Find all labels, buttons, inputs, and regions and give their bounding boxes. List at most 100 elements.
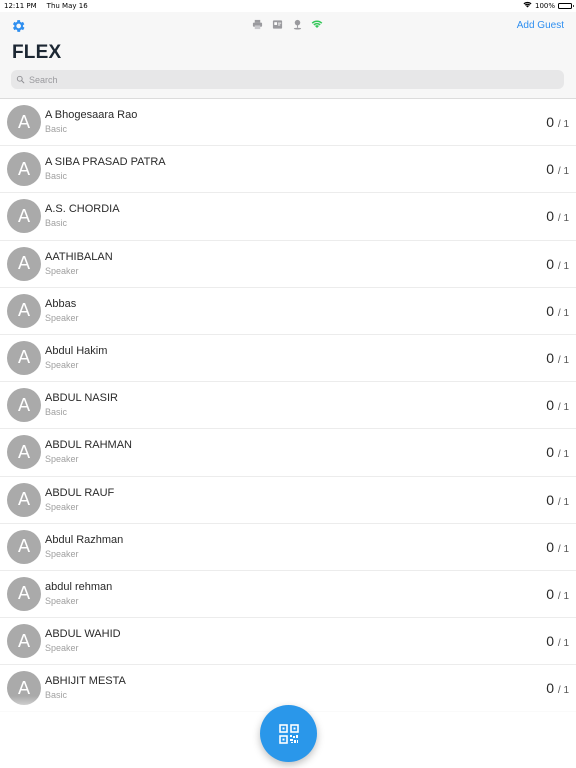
avatar: A [7, 152, 41, 187]
guest-name: ABDUL RAUF [45, 486, 115, 499]
guest-name: A Bhogesaara Rao [45, 109, 138, 121]
guest-name: Abbas [45, 297, 77, 310]
guest-list: A A Bhogesaara Rao Basic 0 / 1 A A SIBA … [0, 99, 576, 768]
guest-row[interactable]: A ABDUL RAUF Speaker 0 / 1 [0, 477, 576, 524]
location-icon[interactable] [291, 18, 303, 30]
guest-type: Basic [45, 171, 68, 182]
badge-icon[interactable] [271, 18, 283, 30]
guest-row[interactable]: A A SIBA PRASAD PATRA Basic 0 / 1 [0, 146, 576, 194]
guest-type: Speaker [45, 548, 79, 559]
total-count: 1 [563, 496, 569, 508]
battery-icon [558, 2, 574, 9]
checked-count: 0 [546, 255, 554, 272]
avatar: A [7, 576, 41, 611]
guest-row[interactable]: A abdul rehman Speaker 0 / 1 [0, 571, 576, 619]
checkin-count: 0 / 1 [546, 538, 569, 555]
checkin-count: 0 / 1 [546, 397, 569, 414]
avatar: A [7, 246, 41, 281]
checked-count: 0 [546, 491, 554, 508]
total-count: 1 [563, 402, 569, 414]
avatar: A [7, 624, 41, 659]
total-count: 1 [563, 307, 569, 319]
page-title: FLEX [12, 42, 62, 63]
total-count: 1 [563, 354, 569, 366]
guest-row[interactable]: A Abdul Razhman Speaker 0 / 1 [0, 524, 576, 571]
total-count: 1 [563, 590, 569, 602]
guest-row[interactable]: A Abdul Hakim Speaker 0 / 1 [0, 335, 576, 383]
checked-count: 0 [546, 680, 554, 697]
avatar: A [7, 671, 41, 706]
guest-type: Speaker [45, 312, 79, 323]
battery-percentage: 100% [534, 1, 555, 10]
qr-code-icon [278, 723, 299, 744]
guest-name: Abdul Razhman [45, 533, 124, 546]
guest-row[interactable]: A ABDUL RAHMAN Speaker 0 / 1 [0, 429, 576, 477]
total-count: 1 [563, 685, 569, 697]
total-count: 1 [563, 260, 569, 272]
total-count: 1 [563, 166, 569, 178]
avatar: A [7, 529, 41, 564]
guest-row[interactable]: A AATHIBALAN Speaker 0 / 1 [0, 241, 576, 288]
total-count: 1 [563, 213, 569, 225]
guest-row[interactable]: A A Bhogesaara Rao Basic 0 / 1 [0, 99, 576, 147]
checkin-count: 0 / 1 [546, 161, 569, 178]
guest-row[interactable]: A Abbas Speaker 0 / 1 [0, 288, 576, 335]
avatar: A [7, 482, 41, 517]
guest-row[interactable]: A ABDUL WAHID Speaker 0 / 1 [0, 618, 576, 666]
avatar: A [7, 388, 41, 423]
checkin-count: 0 / 1 [546, 680, 569, 697]
guest-name: A SIBA PRASAD PATRA [45, 156, 166, 169]
guest-name: ABHIJIT MESTA [45, 675, 126, 688]
add-guest-button[interactable]: Add Guest [517, 20, 564, 31]
search-input[interactable] [29, 74, 549, 85]
checkin-count: 0 / 1 [546, 633, 569, 650]
header: Add Guest FLEX [0, 12, 576, 99]
avatar: A [7, 199, 41, 234]
checkin-count: 0 / 1 [546, 208, 569, 225]
total-count: 1 [563, 543, 569, 555]
guest-type: Basic [45, 690, 68, 701]
checked-count: 0 [546, 161, 554, 178]
wifi-status-icon [523, 1, 532, 10]
avatar: A [7, 435, 41, 470]
checkin-count: 0 / 1 [546, 114, 569, 130]
guest-name: ABDUL NASIR [45, 392, 118, 405]
checked-count: 0 [546, 208, 554, 225]
gear-icon[interactable] [10, 18, 26, 34]
guest-name: AATHIBALAN [45, 250, 113, 263]
scan-button[interactable] [260, 705, 317, 762]
toolbar-icons [251, 18, 323, 30]
checked-count: 0 [546, 633, 554, 650]
avatar: A [7, 293, 41, 328]
guest-name: Abdul Hakim [45, 344, 108, 357]
wifi-icon[interactable] [311, 18, 323, 30]
guest-name: ABDUL WAHID [45, 628, 121, 641]
search-bar[interactable] [11, 70, 564, 89]
checked-count: 0 [546, 397, 554, 414]
checked-count: 0 [546, 114, 554, 130]
checkin-count: 0 / 1 [546, 585, 569, 602]
total-count: 1 [563, 449, 569, 461]
status-bar: 12:11 PM Thu May 16 100% [0, 0, 576, 12]
status-time: 12:11 PM [4, 2, 37, 10]
guest-type: Basic [45, 407, 68, 418]
guest-name: abdul rehman [45, 580, 113, 593]
status-date: Thu May 16 [46, 2, 88, 10]
search-icon [16, 75, 25, 84]
checkin-count: 0 / 1 [546, 302, 569, 319]
checked-count: 0 [546, 538, 554, 555]
guest-type: Speaker [45, 265, 79, 276]
checked-count: 0 [546, 444, 554, 461]
guest-row[interactable]: A A.S. CHORDIA Basic 0 / 1 [0, 193, 576, 241]
guest-type: Speaker [45, 643, 79, 654]
guest-name: A.S. CHORDIA [45, 203, 120, 216]
status-right: 100% [523, 1, 574, 10]
checkin-count: 0 / 1 [546, 255, 569, 272]
guest-row[interactable]: A ABDUL NASIR Basic 0 / 1 [0, 382, 576, 430]
total-count: 1 [563, 119, 569, 130]
printer-icon[interactable] [251, 18, 263, 30]
checked-count: 0 [546, 302, 554, 319]
guest-type: Basic [45, 124, 68, 134]
guest-name: ABDUL RAHMAN [45, 439, 132, 452]
avatar: A [7, 105, 41, 139]
